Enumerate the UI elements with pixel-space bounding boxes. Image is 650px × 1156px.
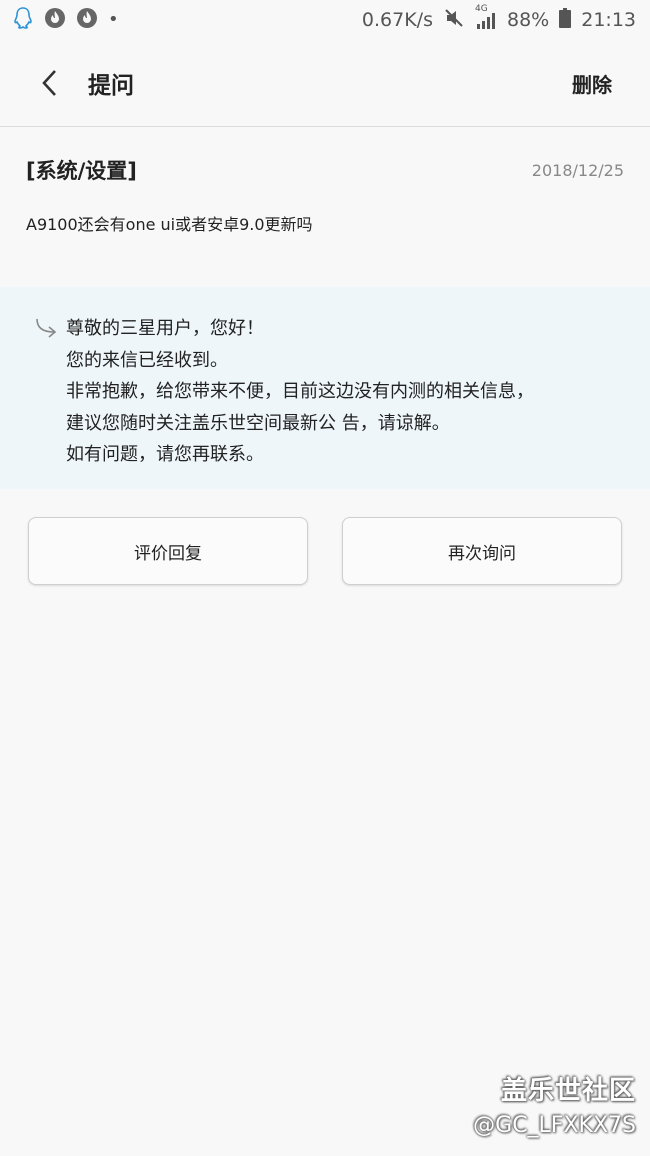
clock: 21:13 [581,9,636,31]
page-title: 提问 [88,73,134,99]
back-button[interactable] [20,53,80,113]
reply-line: 尊敬的三星用户，您好！ [66,318,264,339]
reply-card: 尊敬的三星用户，您好！ 您的来信已经收到。 非常抱歉，给您带来不便，目前这边没有… [0,287,650,489]
status-bar-right: 0.67K/s 4G 88% 21:13 [361,4,636,34]
reply-line: 如有问题，请您再联系。 [66,444,264,465]
question-card: [系统/设置] 2018/12/25 A9100还会有one ui或者安卓9.0… [0,127,650,287]
signal-icon: 4G [475,4,497,30]
notification-dot-icon: • [108,9,119,30]
reply-line: 建议您随时关注盖乐世空间最新公 告，请谅解。 [66,412,450,434]
question-text: A9100还会有one ui或者安卓9.0更新吗 [26,215,313,234]
battery-icon [559,7,572,33]
ask-again-button[interactable]: 再次询问 [342,517,622,585]
mute-icon [443,7,465,34]
network-type: 4G [475,4,488,14]
app-bar: 提问 删除 [0,40,650,127]
app-icon [44,7,66,34]
status-bar: • 0.67K/s 4G 88% 21:13 [0,0,650,40]
network-speed: 0.67K/s [361,9,433,31]
watermark: 盖乐世社区 @GC_LFXKX7S [473,1070,636,1138]
qq-icon [12,6,34,35]
action-buttons: 评价回复 再次询问 [28,517,622,587]
rate-reply-button[interactable]: 评价回复 [28,517,308,585]
reply-line: 您的来信已经收到。 [66,349,228,371]
reply-line: 非常抱歉，给您带来不便，目前这边没有内测的相关信息， [66,381,534,402]
question-category: [系统/设置] [26,159,137,183]
reply-arrow-icon [34,317,66,489]
watermark-handle: @GC_LFXKX7S [473,1113,636,1138]
question-header: [系统/设置] 2018/12/25 [26,155,624,185]
app-icon [76,7,98,34]
battery-percent: 88% [507,9,550,31]
reply-text: 尊敬的三星用户，您好！ 您的来信已经收到。 非常抱歉，给您带来不便，目前这边没有… [66,313,534,489]
watermark-title: 盖乐世社区 [500,1076,636,1106]
question-date: 2018/12/25 [531,160,624,180]
delete-button[interactable]: 删除 [572,69,612,98]
status-bar-left: • [12,6,119,35]
chevron-left-icon [42,70,56,96]
